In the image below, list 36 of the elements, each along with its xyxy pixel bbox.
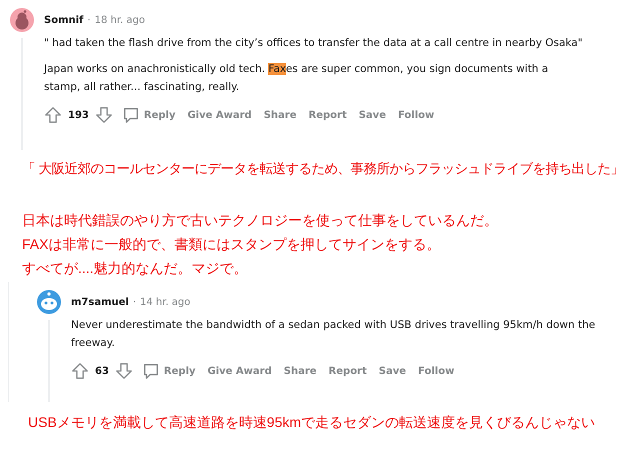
timestamp: 18 hr. ago	[94, 14, 145, 26]
action-button[interactable]: Share	[260, 108, 300, 122]
separator-dot: ·	[87, 14, 91, 26]
action-button[interactable]: Give Award	[184, 108, 255, 122]
upvote-icon[interactable]	[44, 106, 62, 124]
action-button[interactable]: Follow	[395, 108, 438, 122]
translation-text: 「 大阪近郊のコールセンターにデータを転送するため、事務所からフラッシュドライブを持ち出した」	[22, 160, 625, 178]
action-button[interactable]: Report	[326, 364, 370, 378]
action-button[interactable]: Follow	[415, 364, 458, 378]
translation-text: USBメモリを満載して高速道路を時速95kmで走るセダンの転送速度を見くびるんじゃない	[28, 414, 596, 432]
username[interactable]: m7samuel	[71, 296, 129, 308]
comment-icon	[142, 362, 160, 380]
action-button[interactable]: Report	[306, 108, 350, 122]
comment-icon	[122, 106, 140, 124]
action-button[interactable]: Save	[376, 364, 410, 378]
username[interactable]: Somnif	[44, 14, 84, 26]
reply-button[interactable]: Reply	[138, 360, 199, 382]
downvote-icon[interactable]	[94, 106, 113, 124]
translation-text: 日本は時代錯誤のやり方で古いテクノロジーを使って仕事をしているんだ。	[22, 211, 499, 230]
action-button[interactable]: Save	[356, 108, 389, 122]
reply-button[interactable]: Reply	[118, 104, 178, 126]
avatar-icon	[37, 290, 61, 314]
avatar-icon	[10, 8, 34, 32]
translation-text: すべてが....魅力的なんだ。マジで。	[22, 259, 249, 278]
action-button[interactable]: Share	[280, 364, 320, 378]
upvote-icon[interactable]	[71, 362, 89, 380]
comment-text: Never underestimate the bandwidth of a sedan packed with USB drives travelling 95km/h down the freeway.	[71, 318, 596, 351]
comment-text: Japan works on anachronistically old tech. Faxes are super common, you sign documents with a stamp, all rather... fascinating, really.	[44, 62, 550, 95]
timestamp: 14 hr. ago	[140, 296, 190, 308]
vote-count: 193	[68, 110, 89, 120]
downvote-icon[interactable]	[114, 362, 133, 380]
comment-text: " had taken the flash drive from the city’s offices to transfer the data at a call centre in nearby Osaka"	[44, 36, 584, 51]
translation-text: FAXは非常に一般的で、書類にはスタンプを押してサインをする。	[22, 235, 442, 254]
separator-dot: ·	[132, 296, 136, 308]
vote-count: 63	[95, 366, 109, 376]
action-button[interactable]: Give Award	[204, 364, 275, 378]
